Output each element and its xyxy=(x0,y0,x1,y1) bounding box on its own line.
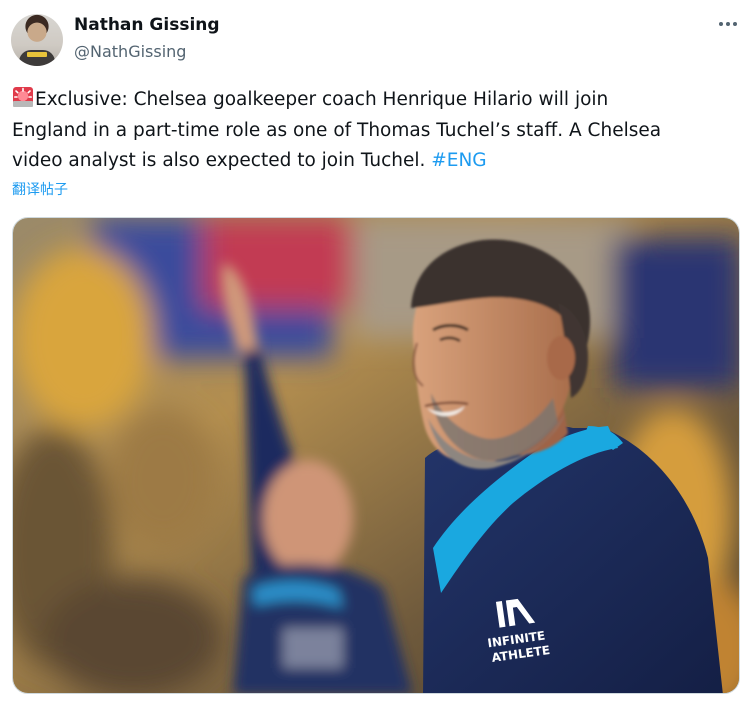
more-options-button[interactable] xyxy=(716,14,740,34)
tweet-line-2: England in a part-time role as one of Th… xyxy=(12,119,662,141)
hashtag-link[interactable]: #ENG xyxy=(431,150,486,171)
tweet-text-line-1: Exclusive: Chelsea goalkeeper coach Henr… xyxy=(35,89,609,110)
photo-illustration: INFINITE ATHLETE xyxy=(13,218,739,693)
tweet-line-1: Exclusive: Chelsea goalkeeper coach Henr… xyxy=(12,85,740,116)
tweet-text-line-3: video analyst is also expected to join T… xyxy=(12,150,432,171)
avatar[interactable] xyxy=(11,14,63,66)
author-display-name[interactable]: Nathan Gissing xyxy=(74,14,220,36)
police-siren-icon xyxy=(12,86,34,108)
tweet-line-3: video analyst is also expected to join T… xyxy=(12,146,740,177)
more-icon xyxy=(718,21,738,27)
author-handle[interactable]: @NathGissing xyxy=(74,41,186,63)
tweet-photo[interactable]: INFINITE ATHLETE xyxy=(12,217,740,694)
translate-post-link[interactable]: 翻译帖子 xyxy=(12,180,68,200)
avatar-badge xyxy=(27,52,47,57)
tweet-text: Exclusive: Chelsea goalkeeper coach Henr… xyxy=(12,85,740,177)
